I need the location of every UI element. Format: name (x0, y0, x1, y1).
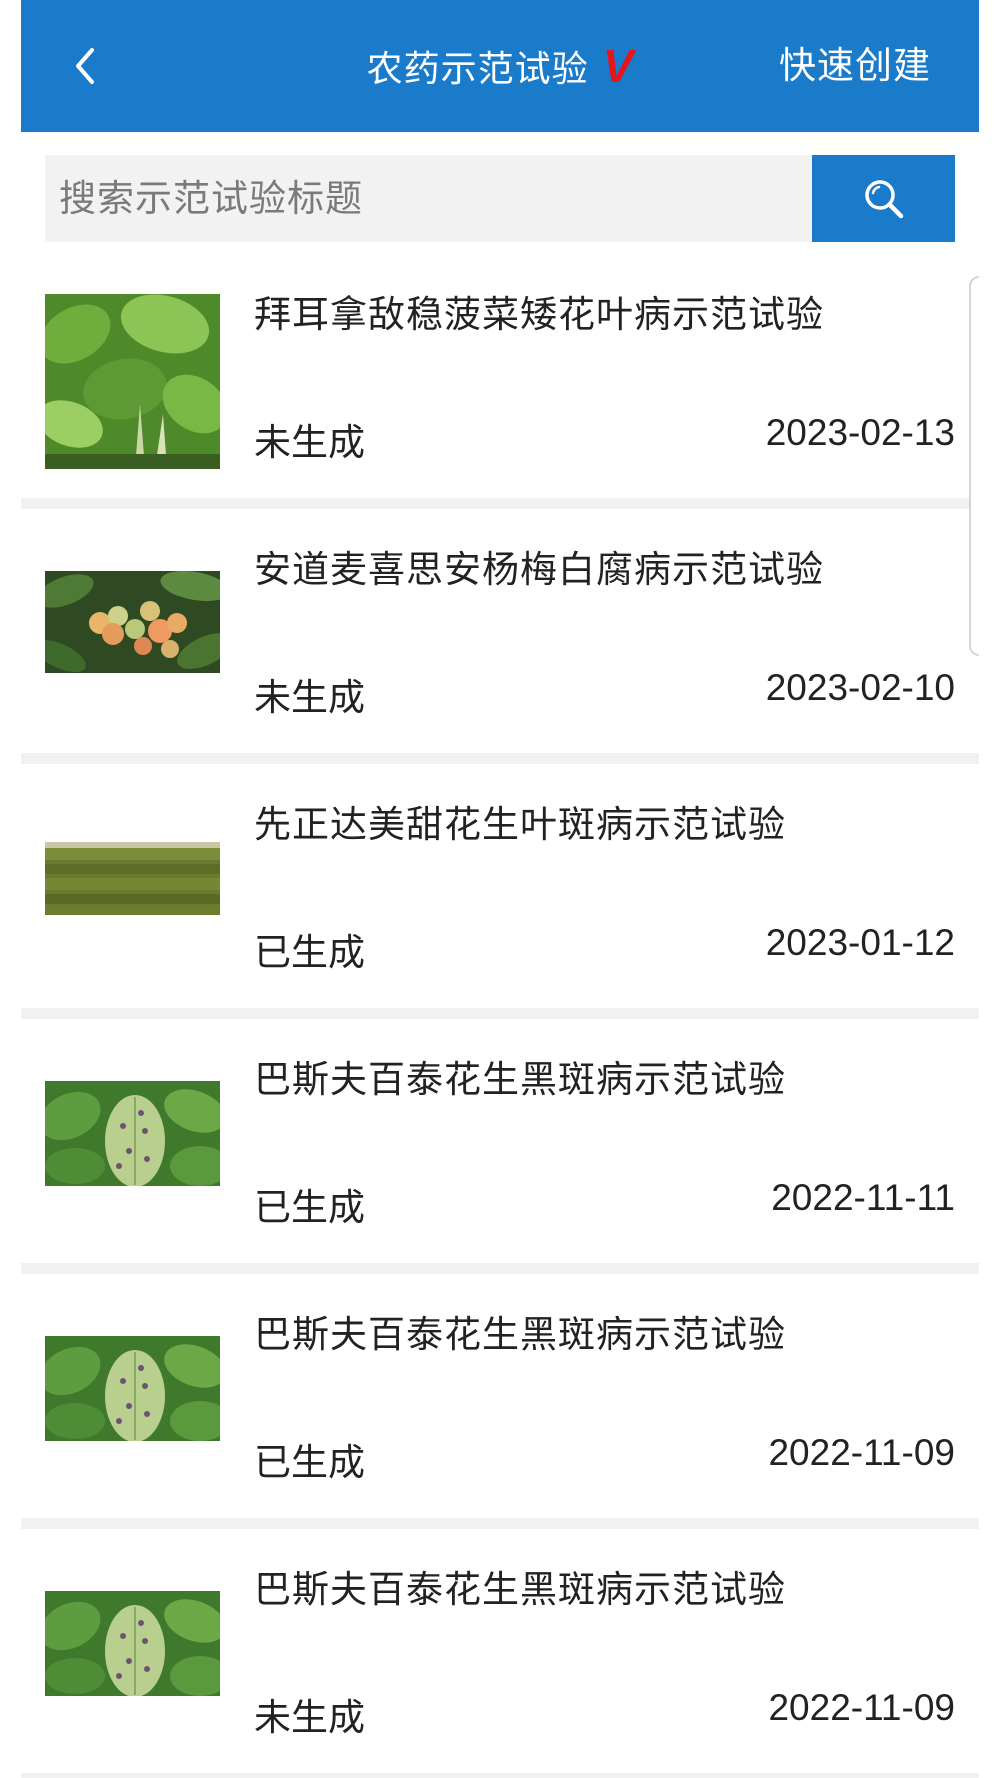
list-item[interactable]: 巴斯夫百泰花生黑斑病示范试验 未生成 2022-11-09 (21, 1529, 979, 1773)
item-date: 2023-02-13 (765, 412, 955, 453)
bayberry-photo (45, 571, 220, 673)
list-item[interactable]: 巴斯夫百泰花生黑斑病示范试验 已生成 2022-11-11 (21, 1019, 979, 1263)
item-status: 未生成 (254, 676, 365, 719)
search-button[interactable] (812, 155, 955, 242)
search-bar (21, 132, 979, 254)
item-title: 安道麦喜思安杨梅白腐病示范试验 (254, 548, 824, 591)
item-title: 先正达美甜花生叶斑病示范试验 (254, 803, 786, 846)
item-date: 2023-01-12 (765, 922, 955, 963)
peanut-leaf-photo (45, 1591, 220, 1696)
item-title: 巴斯夫百泰花生黑斑病示范试验 (254, 1313, 786, 1356)
side-drawer-handle[interactable] (969, 276, 979, 656)
field-photo (45, 842, 220, 915)
search-input[interactable] (45, 155, 821, 242)
item-title: 拜耳拿敌稳菠菜矮花叶病示范试验 (254, 293, 824, 336)
title-badge: V (602, 40, 634, 92)
item-title: 巴斯夫百泰花生黑斑病示范试验 (254, 1058, 786, 1101)
top-bar: 农药示范试验 V 快速创建 (21, 0, 979, 132)
app-screen: 农药示范试验 V 快速创建 搜索示范试验标题 拜耳拿敌稳菠菜矮花叶病示范试验 未… (21, 0, 979, 1778)
peanut-leaf-photo (45, 1336, 220, 1441)
back-button[interactable] (55, 36, 115, 96)
spinach-photo (45, 294, 220, 469)
search-icon (864, 179, 903, 218)
item-date: 2022-11-09 (768, 1687, 955, 1728)
trial-list: 拜耳拿敌稳菠菜矮花叶病示范试验 未生成 2023-02-13 安道麦喜思安杨梅白… (21, 254, 979, 1778)
quick-create-button[interactable]: 快速创建 (779, 36, 931, 96)
item-date: 2022-11-11 (771, 1177, 955, 1218)
list-item[interactable]: 巴斯夫百泰花生黑斑病示范试验 已生成 2022-11-09 (21, 1274, 979, 1518)
item-status: 已生成 (254, 1441, 365, 1484)
list-item[interactable]: 先正达美甜花生叶斑病示范试验 已生成 2023-01-12 (21, 764, 979, 1008)
list-item[interactable]: 安道麦喜思安杨梅白腐病示范试验 未生成 2023-02-10 (21, 509, 979, 753)
item-status: 已生成 (254, 931, 365, 974)
item-date: 2022-11-09 (768, 1432, 955, 1473)
item-date: 2023-02-10 (765, 667, 955, 708)
item-status: 未生成 (254, 1696, 365, 1739)
item-status: 未生成 (254, 421, 365, 464)
item-status: 已生成 (254, 1186, 365, 1229)
peanut-leaf-photo (45, 1081, 220, 1186)
page-title: 农药示范试验 (366, 49, 589, 90)
item-title: 巴斯夫百泰花生黑斑病示范试验 (254, 1568, 786, 1611)
list-item[interactable]: 拜耳拿敌稳菠菜矮花叶病示范试验 未生成 2023-02-13 (21, 254, 979, 498)
chevron-left-icon (76, 48, 94, 84)
